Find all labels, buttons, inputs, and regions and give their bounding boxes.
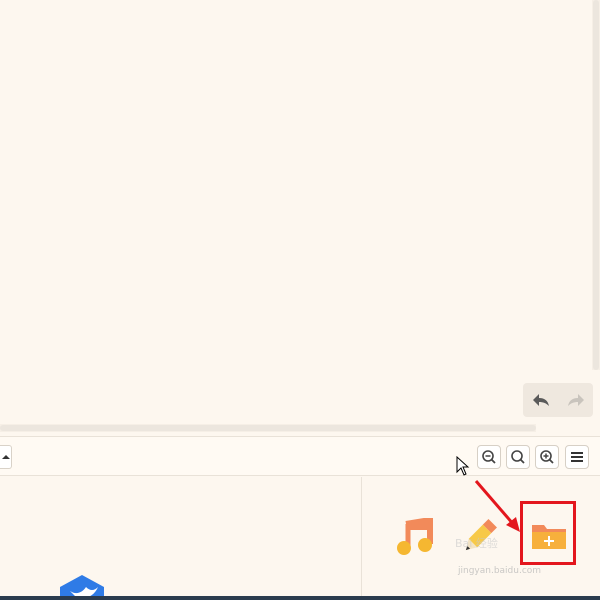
undo-arrow-icon [532,394,549,406]
menu-button[interactable] [565,445,589,469]
zoom-out-button[interactable] [477,445,501,469]
redo-button[interactable] [562,386,590,414]
hamburger-menu-icon [571,452,583,462]
annotation-arrow-icon [474,480,520,532]
music-app-icon[interactable] [396,518,434,556]
zoom-reset-icon [511,450,525,464]
undo-button[interactable] [527,386,555,414]
watermark-subtext: jingyan.baidu.com [458,566,542,576]
watermark-text: Bai 经验 [455,537,498,550]
mouse-cursor-icon [456,456,470,476]
horizontal-scrollbar-thumb[interactable] [0,425,536,431]
redo-arrow-icon [567,394,584,406]
vertical-scrollbar-thumb[interactable] [593,0,599,370]
zoom-reset-button[interactable] [506,445,530,469]
taskbar-edge [0,596,600,600]
horizontal-scrollbar[interactable] [0,424,536,432]
vertical-scrollbar[interactable] [592,0,600,370]
annotation-highlight-box [520,501,576,565]
zoom-in-icon [540,450,554,464]
editor-canvas[interactable] [0,0,600,436]
undo-redo-group [523,383,593,417]
collapse-panel-button[interactable] [0,445,12,469]
panel-divider [361,477,362,600]
bottom-toolbar [0,436,600,476]
zoom-out-icon [482,450,496,464]
zoom-in-button[interactable] [535,445,559,469]
caret-up-icon [1,455,10,459]
